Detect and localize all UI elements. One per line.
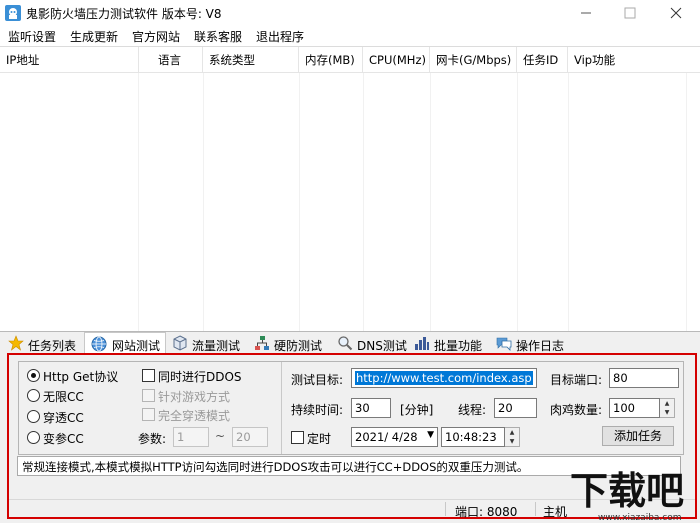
menu-generate-update[interactable]: 生成更新	[70, 28, 118, 45]
params-label: 参数:	[138, 432, 167, 446]
full-penetrate-label: 完全穿透模式	[158, 409, 231, 423]
svg-text:下载吧: 下载吧	[570, 469, 684, 513]
timed-checkbox[interactable]	[291, 431, 304, 444]
menu-official-site[interactable]: 官方网站	[132, 28, 180, 45]
target-label: 测试目标:	[291, 373, 344, 387]
time-input[interactable]: 10:48:23	[441, 427, 505, 447]
full-penetrate-checkbox[interactable]	[142, 408, 155, 421]
target-url-input[interactable]: http://www.test.com/index.asp	[351, 368, 537, 388]
options-group: Http Get协议 无限CC 穿透CC 变参CC 同时进行DDOS 针对游戏方…	[18, 361, 684, 455]
network-icon	[254, 335, 270, 351]
ddos-label: 同时进行DDOS	[158, 370, 242, 384]
column-vip[interactable]: Vip功能	[568, 47, 700, 73]
watermark-logo: 下载吧 www.xiazaiba.com	[566, 462, 700, 523]
duration-label: 持续时间:	[291, 403, 344, 417]
param-from-input[interactable]: 1	[173, 427, 209, 447]
menu-exit[interactable]: 退出程序	[256, 28, 304, 45]
star-icon	[8, 335, 24, 351]
target-port-label: 目标端口:	[550, 373, 603, 387]
list-header: IP地址 语言 系统类型 内存(MB) CPU(MHz) 网卡(G/Mbps) …	[0, 47, 700, 73]
host-list[interactable]: IP地址 语言 系统类型 内存(MB) CPU(MHz) 网卡(G/Mbps) …	[0, 46, 700, 332]
spin-down-icon: ▼	[509, 438, 515, 445]
tab-task-list[interactable]: 任务列表	[8, 334, 84, 354]
chevron-down-icon: ▼	[427, 430, 434, 440]
cube-icon	[172, 335, 188, 351]
threads-input[interactable]: 20	[494, 398, 537, 418]
menu-contact-support[interactable]: 联系客服	[194, 28, 242, 45]
timed-label: 定时	[307, 432, 332, 446]
date-picker[interactable]: 2021/ 4/28 ▼	[351, 427, 438, 447]
spin-up-icon: ▲	[664, 400, 670, 407]
bots-label: 肉鸡数量:	[550, 403, 603, 417]
radio-unlimited-cc[interactable]: 无限CC	[27, 388, 137, 404]
magnifier-icon	[337, 335, 353, 351]
menu-bar: 监听设置 生成更新 官方网站 联系客服 退出程序	[0, 26, 700, 46]
globe-icon	[91, 336, 107, 352]
svg-text:www.xiazaiba.com: www.xiazaiba.com	[598, 513, 682, 523]
time-spinner[interactable]: ▲ ▼	[505, 427, 520, 447]
param-to-input[interactable]: 20	[232, 427, 268, 447]
column-language[interactable]: 语言	[152, 47, 203, 73]
window-title: 鬼影防火墙压力测试软件 版本号: V8	[26, 7, 222, 21]
param-separator: ~	[215, 429, 226, 443]
column-memory[interactable]: 内存(MB)	[299, 47, 363, 73]
bots-input[interactable]: 100	[609, 398, 660, 418]
radio-http-get[interactable]: Http Get协议	[27, 368, 137, 384]
tab-website-test[interactable]: 网站测试	[84, 332, 166, 354]
column-cpu[interactable]: CPU(MHz)	[363, 47, 430, 73]
tab-hardware-firewall-test[interactable]: 硬防测试	[254, 334, 330, 354]
tab-batch-functions[interactable]: 批量功能	[414, 334, 490, 354]
duration-unit: [分钟]	[400, 403, 434, 417]
status-host: 主机	[543, 505, 568, 519]
ddos-checkbox[interactable]	[142, 369, 155, 382]
spin-up-icon: ▲	[509, 429, 515, 436]
threads-label: 线程:	[458, 403, 487, 417]
column-ip[interactable]: IP地址	[0, 47, 139, 73]
chat-icon	[496, 335, 512, 351]
status-port: 端口: 8080	[455, 505, 518, 519]
target-port-input[interactable]: 80	[609, 368, 679, 388]
game-mode-label: 针对游戏方式	[158, 390, 231, 404]
duration-input[interactable]: 30	[351, 398, 391, 418]
tab-traffic-test[interactable]: 流量测试	[172, 334, 248, 354]
radio-variable-cc[interactable]: 变参CC	[27, 430, 137, 446]
column-task-id[interactable]: 任务ID	[517, 47, 568, 73]
bots-spinner[interactable]: ▲ ▼	[660, 398, 675, 418]
menu-listen-settings[interactable]: 监听设置	[8, 28, 56, 45]
tab-dns-test[interactable]: DNS测试	[337, 334, 407, 354]
tab-operation-log[interactable]: 操作日志	[496, 334, 572, 354]
bar-chart-icon	[414, 335, 430, 351]
app-icon	[4, 4, 22, 22]
minimize-button[interactable]	[563, 0, 609, 26]
maximize-button[interactable]	[607, 0, 653, 26]
title-bar: 鬼影防火墙压力测试软件 版本号: V8	[0, 0, 700, 26]
close-button[interactable]	[653, 0, 699, 26]
spin-down-icon: ▼	[664, 409, 670, 416]
column-nic[interactable]: 网卡(G/Mbps)	[430, 47, 517, 73]
tab-strip: 任务列表 网站测试 流量测试 硬防测试 DNS测试 批量功能 操作日志	[0, 332, 700, 354]
radio-penetrate-cc[interactable]: 穿透CC	[27, 409, 137, 425]
game-mode-checkbox[interactable]	[142, 389, 155, 402]
column-os[interactable]: 系统类型	[203, 47, 299, 73]
add-task-button[interactable]: 添加任务	[602, 426, 674, 446]
